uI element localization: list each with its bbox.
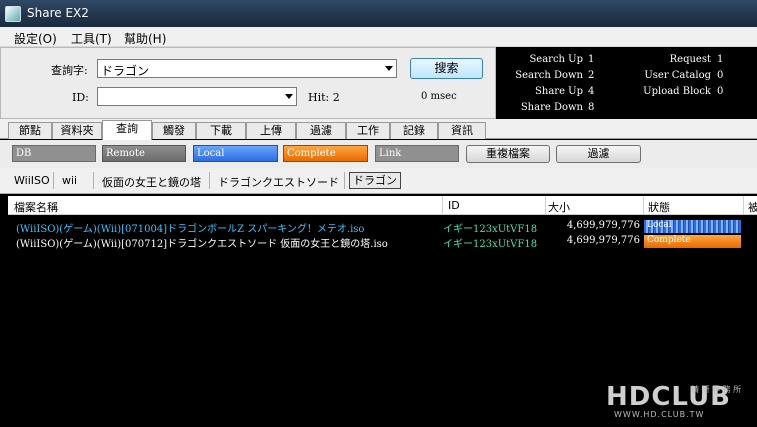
stat-search-up-value: 1 bbox=[588, 54, 595, 65]
menu-bar: 設定(O) 工具(T) 幫助(H) bbox=[0, 27, 757, 47]
search-button[interactable]: 搜索 bbox=[410, 58, 483, 79]
chevron-down-icon[interactable] bbox=[285, 94, 293, 99]
tab-strip: 節點 資料夾 查詢 觸發 下載 上傳 過濾 工作 記錄 資訊 bbox=[0, 119, 757, 140]
stat-search-up-label: Search Up bbox=[529, 54, 583, 65]
file-name: (WiiISO)(ゲーム)(Wii)[070712]ドラゴンクエストソード 仮面… bbox=[16, 239, 388, 250]
chevron-down-icon[interactable] bbox=[385, 66, 393, 71]
stat-share-down-label: Share Down bbox=[520, 102, 583, 113]
status-label: Complete bbox=[647, 235, 691, 245]
filter-local[interactable]: Local bbox=[193, 145, 278, 162]
title-bar: Share EX2 bbox=[0, 0, 757, 27]
table-row[interactable]: (WiiISO)(ゲーム)(Wii)[070712]ドラゴンクエストソード 仮面… bbox=[8, 234, 757, 250]
stats-panel: Search Up 1 Search Down 2 Share Up 4 Sha… bbox=[496, 47, 757, 119]
column-status[interactable]: 狀態 bbox=[648, 199, 670, 215]
separator bbox=[53, 172, 54, 189]
column-extra[interactable]: 被 bbox=[748, 199, 757, 215]
tab-download[interactable]: 下載 bbox=[196, 122, 246, 139]
tab-query[interactable]: 查詢 bbox=[102, 120, 152, 140]
table-row[interactable]: (WiiISO)(ゲーム)(Wii)[071004]ドラゴンボールZ スパーキン… bbox=[8, 219, 757, 235]
stat-request-label: Request bbox=[669, 54, 711, 65]
watermark-subtitle: 精 研 專 務 所 bbox=[691, 385, 742, 394]
column-size[interactable]: 大小 bbox=[548, 199, 570, 215]
tab-filter[interactable]: 過濾 bbox=[296, 122, 346, 139]
search-panel: 查詢字: ドラゴン 搜索 ID: Hit: 2 0 msec bbox=[0, 47, 496, 119]
keyword-value: ドラゴン bbox=[101, 64, 150, 78]
results-header: 檔案名稱 ID 大小 狀態 被 bbox=[8, 196, 757, 215]
filter-button[interactable]: 過濾 bbox=[556, 145, 641, 163]
id-label: ID: bbox=[72, 91, 89, 104]
stat-upload-block-value: 0 bbox=[717, 86, 724, 97]
stat-search-down-value: 2 bbox=[588, 70, 595, 81]
tab-jobs[interactable]: 工作 bbox=[346, 122, 390, 139]
keyword-chip[interactable]: WiiISO bbox=[14, 174, 50, 187]
status-label: Local bbox=[647, 220, 672, 230]
keyword-label: 查詢字: bbox=[51, 64, 88, 77]
hit-count: Hit: 2 bbox=[308, 91, 340, 104]
file-size: 4,699,979,776 bbox=[566, 235, 640, 246]
column-divider[interactable] bbox=[545, 196, 546, 215]
watermark-url: WWW.HD.CLUB.TW bbox=[614, 410, 705, 419]
column-divider[interactable] bbox=[743, 196, 744, 215]
stat-user-catalog-value: 0 bbox=[717, 70, 724, 81]
file-id: イギー123xUtVF18 bbox=[443, 239, 538, 250]
search-time: 0 msec bbox=[421, 91, 457, 102]
column-divider[interactable] bbox=[643, 196, 644, 215]
tab-nodes[interactable]: 節點 bbox=[8, 122, 52, 139]
column-id[interactable]: ID bbox=[448, 199, 460, 212]
stat-request-value: 1 bbox=[717, 54, 724, 65]
tab-upload[interactable]: 上傳 bbox=[246, 122, 296, 139]
stat-share-up-label: Share Up bbox=[535, 86, 583, 97]
separator bbox=[209, 172, 210, 189]
stat-share-up-value: 4 bbox=[588, 86, 595, 97]
tab-info[interactable]: 資訊 bbox=[438, 122, 486, 139]
menu-tools[interactable]: 工具(T) bbox=[71, 30, 112, 47]
keyword-history-bar: WiiISO wii 仮面の女王と鏡の塔 ドラゴンクエストソード ドラゴン bbox=[0, 168, 757, 194]
file-name: (WiiISO)(ゲーム)(Wii)[071004]ドラゴンボールZ スパーキン… bbox=[16, 224, 365, 235]
status-local-bar: Local bbox=[644, 220, 741, 233]
keyword-chip-active[interactable]: ドラゴン bbox=[349, 172, 401, 189]
stat-upload-block-label: Upload Block bbox=[643, 86, 711, 97]
filter-bar: DB Remote Local Complete Link 重複檔案 過濾 bbox=[0, 140, 757, 168]
menu-help[interactable]: 幫助(H) bbox=[124, 30, 166, 47]
id-combo[interactable] bbox=[97, 87, 297, 106]
tab-log[interactable]: 記錄 bbox=[390, 122, 438, 139]
tab-folders[interactable]: 資料夾 bbox=[52, 122, 102, 139]
stat-share-down-value: 8 bbox=[588, 102, 595, 113]
filter-complete[interactable]: Complete bbox=[283, 145, 368, 162]
window-title: Share EX2 bbox=[27, 6, 89, 20]
menu-settings[interactable]: 設定(O) bbox=[14, 30, 57, 47]
keyword-combo[interactable]: ドラゴン bbox=[97, 59, 397, 78]
keyword-chip[interactable]: 仮面の女王と鏡の塔 bbox=[102, 174, 201, 190]
watermark: HDCLUB 精 研 專 務 所 WWW.HD.CLUB.TW bbox=[606, 382, 746, 422]
column-name[interactable]: 檔案名稱 bbox=[14, 199, 58, 215]
status-complete-bar: Complete bbox=[644, 235, 741, 248]
file-size: 4,699,979,776 bbox=[566, 220, 640, 231]
keyword-chip[interactable]: wii bbox=[62, 174, 77, 187]
filter-remote[interactable]: Remote bbox=[102, 145, 186, 162]
keyword-chip[interactable]: ドラゴンクエストソード bbox=[218, 174, 339, 190]
tab-trigger[interactable]: 觸發 bbox=[152, 122, 196, 139]
stat-search-down-label: Search Down bbox=[515, 70, 583, 81]
filter-link[interactable]: Link bbox=[375, 145, 459, 162]
app-icon bbox=[5, 6, 21, 22]
filter-db[interactable]: DB bbox=[12, 145, 96, 162]
file-id: イギー123xUtVF18 bbox=[443, 224, 538, 235]
duplicate-files-button[interactable]: 重複檔案 bbox=[466, 145, 550, 163]
separator bbox=[344, 172, 345, 189]
stat-user-catalog-label: User Catalog bbox=[644, 70, 711, 81]
column-divider[interactable] bbox=[442, 196, 443, 215]
separator bbox=[93, 172, 94, 189]
